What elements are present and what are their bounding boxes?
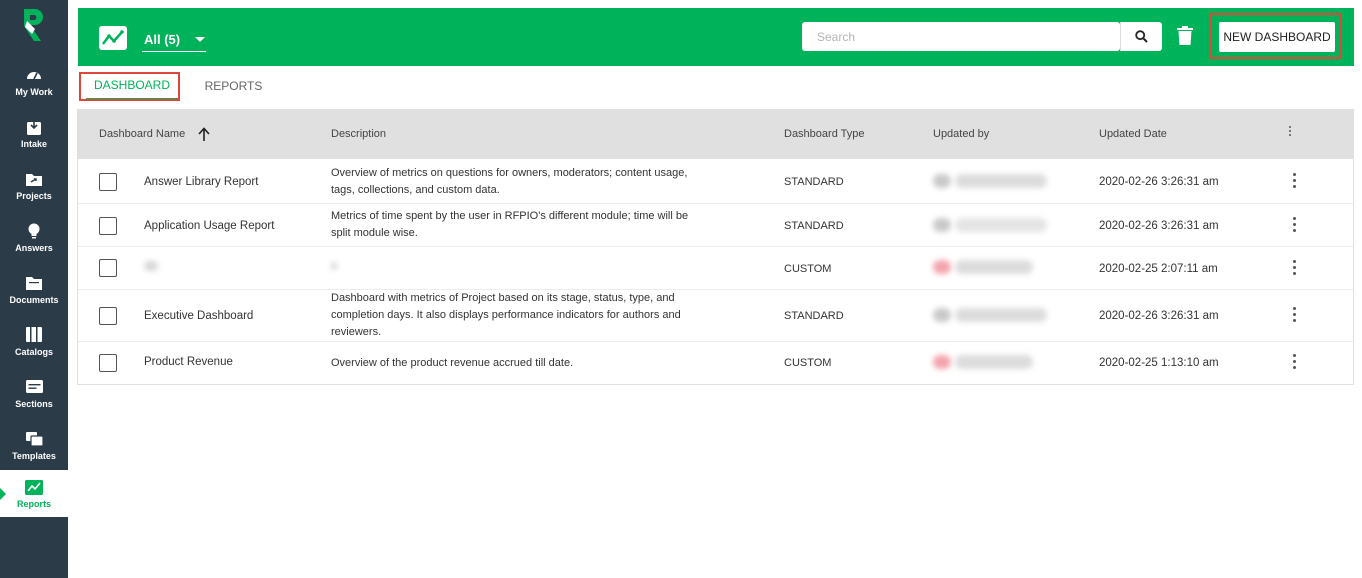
- gauge-icon: [25, 66, 43, 84]
- sidebar-item-templates[interactable]: Templates: [0, 421, 68, 469]
- column-header-updated-date[interactable]: Updated Date: [1099, 109, 1167, 159]
- lightbulb-icon: [25, 222, 43, 240]
- updated-date: 2020-02-26 3:26:31 am: [1099, 310, 1219, 322]
- sidebar-item-label: Sections: [15, 398, 53, 409]
- sidebar-item-label: Intake: [20, 138, 47, 149]
- sidebar-item-intake[interactable]: Intake: [0, 109, 68, 157]
- header-bar: All (5) NEW DASHBOARD: [78, 8, 1354, 66]
- row-checkbox[interactable]: [99, 173, 117, 191]
- dashboard-chart-icon: [98, 25, 128, 51]
- column-header-dashboard-type[interactable]: Dashboard Type: [784, 109, 865, 159]
- folder-icon: [25, 274, 43, 292]
- table-row[interactable]: Application Usage Report Metrics of time…: [78, 204, 1353, 247]
- updated-date: 2020-02-26 3:26:31 am: [1099, 219, 1219, 232]
- app-logo[interactable]: [0, 0, 68, 50]
- sections-icon: [25, 378, 43, 396]
- chart-line-icon: [25, 478, 43, 496]
- row-checkbox[interactable]: [99, 307, 117, 325]
- sidebar-item-label: Reports: [16, 499, 51, 509]
- book-icon: [25, 326, 43, 344]
- updated-date: 2020-02-26 3:26:31 am: [1099, 176, 1219, 188]
- column-header-description: Description: [331, 128, 387, 140]
- table-header: Dashboard Name Description Dashboard Typ…: [78, 109, 1353, 159]
- sidebar-item-catalogs[interactable]: Catalogs: [0, 317, 68, 365]
- delete-button[interactable]: [1177, 26, 1195, 48]
- updated-date: 2020-02-25 2:07:11 am: [1099, 262, 1218, 275]
- row-checkbox[interactable]: [99, 217, 117, 235]
- updated-date: 2020-02-25 1:13:10 am: [1099, 357, 1219, 369]
- dashboard-description: Overview of metrics on questions for own…: [331, 167, 688, 196]
- row-checkbox[interactable]: [99, 259, 117, 277]
- row-more-options-button[interactable]: [1284, 354, 1304, 369]
- updated-by-redacted: [933, 218, 1047, 232]
- dashboard-type: CUSTOM: [784, 262, 832, 275]
- column-options-button[interactable]: [1280, 126, 1300, 136]
- dashboard-name[interactable]: Product Revenue: [144, 342, 233, 382]
- dashboard-name[interactable]: Application Usage Report: [144, 204, 274, 247]
- dashboard-description: Overview of the product revenue accrued …: [331, 356, 574, 369]
- table-row[interactable]: Product Revenue Overview of the product …: [78, 342, 1353, 385]
- sidebar-item-label: Answers: [15, 242, 53, 253]
- row-more-options-button[interactable]: [1284, 307, 1304, 322]
- row-more-options-button[interactable]: [1284, 260, 1304, 275]
- sidebar: My Work Intake Projects Answers Document…: [0, 0, 68, 578]
- sidebar-item-label: Catalogs: [14, 346, 53, 357]
- trash-icon: [1177, 26, 1193, 45]
- updated-by-redacted: [933, 260, 1033, 274]
- column-header-updated-by[interactable]: Updated by: [933, 109, 989, 159]
- row-more-options-button[interactable]: [1284, 173, 1304, 188]
- dashboard-type: STANDARD: [784, 176, 844, 188]
- dashboard-description-redacted: [331, 262, 337, 270]
- updated-by-redacted: [933, 308, 1047, 322]
- dashboard-name[interactable]: Answer Library Report: [144, 160, 258, 204]
- dashboard-type: STANDARD: [784, 219, 844, 232]
- sidebar-item-label: Templates: [12, 450, 56, 461]
- highlight-box-dashboard-tab: [79, 72, 180, 101]
- sidebar-item-reports[interactable]: Reports: [0, 470, 68, 517]
- highlight-box-new-dashboard: [1209, 13, 1341, 59]
- column-header-dashboard-name[interactable]: Dashboard Name: [99, 109, 210, 159]
- templates-icon: [25, 430, 43, 448]
- dashboard-type: CUSTOM: [784, 357, 832, 369]
- sidebar-item-answers[interactable]: Answers: [0, 213, 68, 261]
- table-row[interactable]: CUSTOM 2020-02-25 2:07:11 am: [78, 247, 1353, 290]
- updated-by-redacted: [933, 174, 1047, 188]
- search-box: [802, 22, 1120, 51]
- search-button[interactable]: [1120, 22, 1162, 51]
- dashboard-description: Dashboard with metrics of Project based …: [331, 292, 681, 338]
- updated-by-redacted: [933, 355, 1033, 369]
- row-more-options-button[interactable]: [1284, 217, 1304, 232]
- dashboard-description: Metrics of time spent by the user in RFP…: [331, 210, 689, 239]
- inbox-download-icon: [25, 118, 43, 136]
- sidebar-item-projects[interactable]: Projects: [0, 161, 68, 209]
- sidebar-item-label: Documents: [9, 294, 59, 305]
- dashboard-name-redacted[interactable]: [144, 261, 158, 271]
- sidebar-item-documents[interactable]: Documents: [0, 265, 68, 313]
- row-checkbox[interactable]: [99, 354, 117, 372]
- dashboard-filter-dropdown[interactable]: All (5): [142, 28, 206, 52]
- sort-ascending-icon: [198, 127, 210, 141]
- search-input[interactable]: [802, 22, 1120, 51]
- sidebar-item-sections[interactable]: Sections: [0, 369, 68, 417]
- column-label: Dashboard Name: [99, 128, 186, 140]
- sidebar-item-label: Projects: [16, 190, 52, 201]
- search-icon: [1135, 30, 1148, 43]
- sidebar-item-label: My Work: [15, 86, 53, 97]
- table-row[interactable]: Executive Dashboard Dashboard with metri…: [78, 290, 1353, 342]
- sidebar-item-my-work[interactable]: My Work: [0, 57, 68, 105]
- tab-reports[interactable]: REPORTS: [196, 72, 271, 100]
- dashboard-type: STANDARD: [784, 310, 844, 322]
- folder-share-icon: [25, 170, 43, 188]
- chevron-down-icon: [195, 37, 206, 42]
- dashboard-name[interactable]: Executive Dashboard: [144, 290, 253, 342]
- table-row[interactable]: Answer Library Report Overview of metric…: [78, 160, 1353, 204]
- filter-selected-value: All (5): [144, 32, 181, 47]
